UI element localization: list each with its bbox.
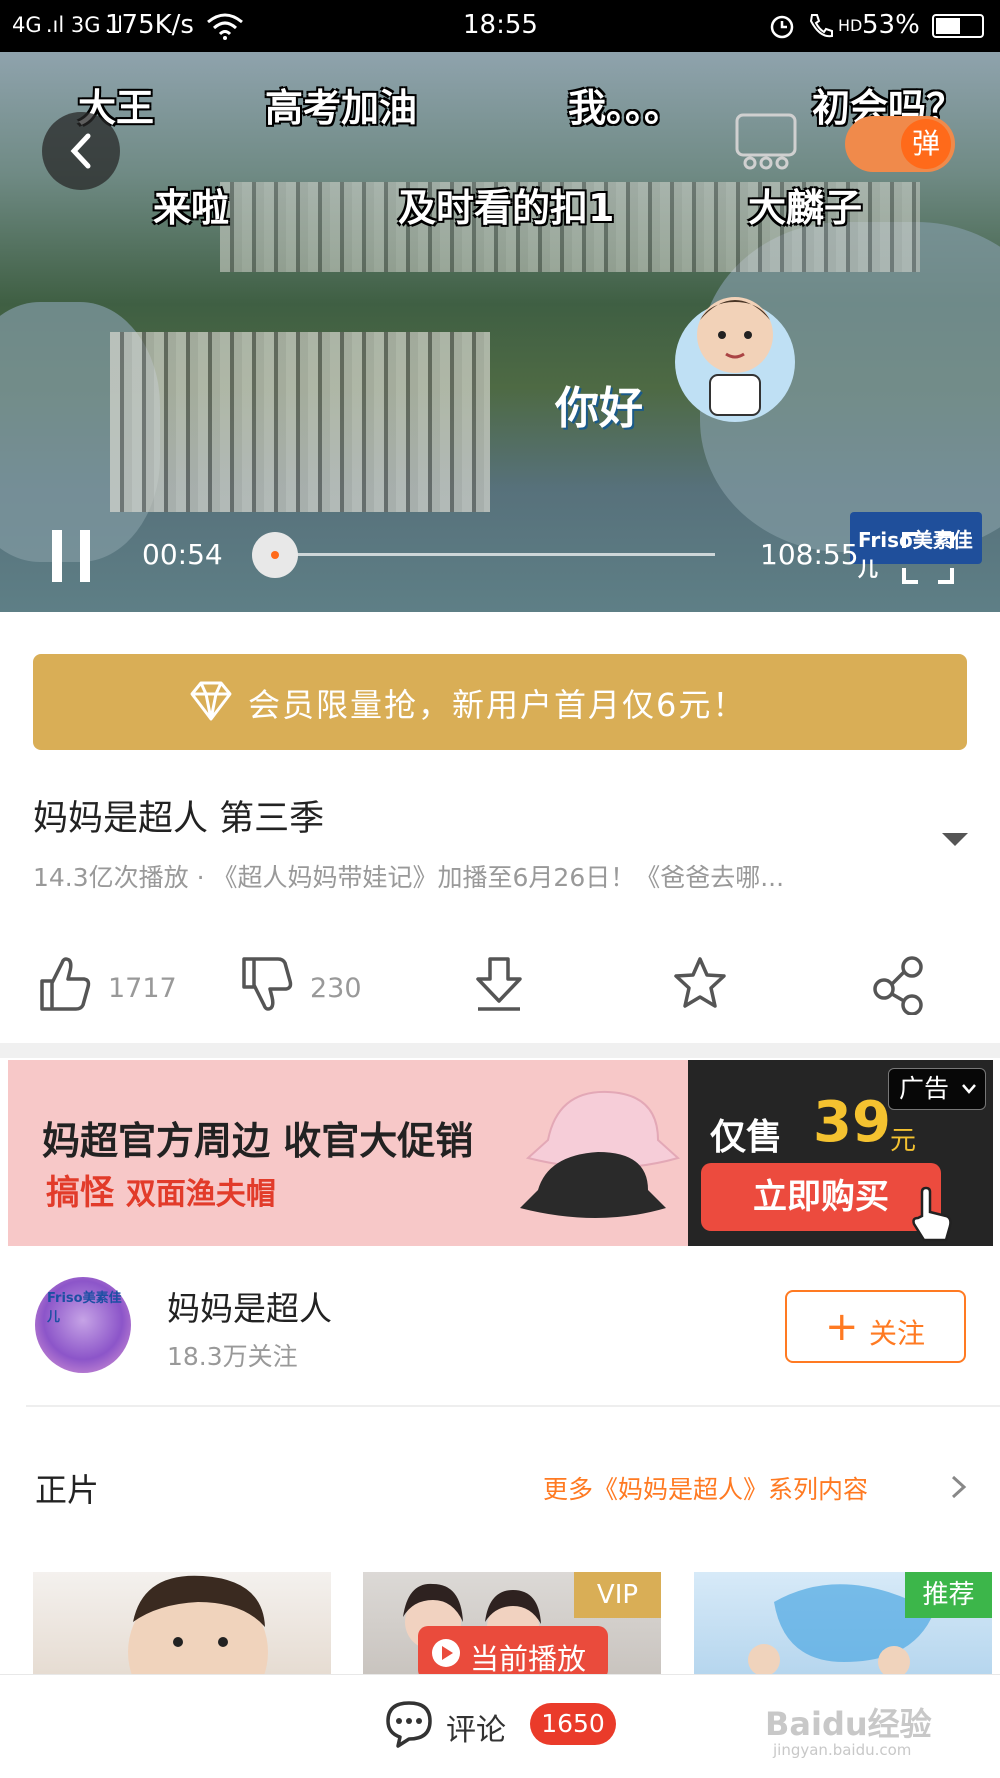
show-title: 妈妈是超人 第三季 xyxy=(33,799,325,839)
ad-price-label: 仅售 xyxy=(710,1117,783,1158)
battery-level: 53% xyxy=(862,10,920,40)
alarm-icon xyxy=(770,15,794,39)
comment-icon[interactable] xyxy=(384,1699,434,1749)
danmaku-comment: 高考加油 xyxy=(265,86,418,130)
ad-subline: 搞怪 双面渔夫帽 xyxy=(46,1165,276,1214)
status-bar: 4G .ıl 3G .ıl 175K/s 18:55 HD 53% xyxy=(0,0,1000,52)
chevron-left-icon xyxy=(70,133,91,169)
like-count: 1717 xyxy=(108,973,177,1004)
duration: 108:55 xyxy=(760,538,859,571)
chevron-right-icon[interactable] xyxy=(950,1474,968,1500)
pause-bar xyxy=(80,530,90,582)
ad-headline: 妈超官方周边 收官大促销 xyxy=(42,1119,474,1163)
bucket-hat-image xyxy=(520,1090,681,1218)
buy-now-button[interactable]: 立即购买 xyxy=(701,1163,941,1231)
hd-indicator: HD xyxy=(838,16,863,35)
danmaku-comment: 大麟子 xyxy=(748,186,863,230)
vip-badge: VIP xyxy=(574,1572,661,1618)
download-button[interactable] xyxy=(472,955,528,1025)
play-icon xyxy=(432,1639,460,1667)
chevron-down-icon xyxy=(962,1084,976,1094)
more-series-link[interactable]: 更多《妈妈是超人》系列内容 xyxy=(543,1470,868,1506)
recommended-badge: 推荐 xyxy=(905,1572,992,1618)
channel-followers: 18.3万关注 xyxy=(167,1342,298,1371)
pointer-hand-icon xyxy=(912,1186,952,1242)
vip-promo-banner[interactable]: 会员限量抢，新用户首月仅6元！ xyxy=(33,654,967,750)
channel-avatar-logo: Friso美素佳儿 xyxy=(47,1291,122,1325)
watermark-url: jingyan.baidu.com xyxy=(773,1741,912,1759)
network-speed: 175K/s xyxy=(105,10,194,40)
video-scene-houses xyxy=(110,332,490,512)
danmaku-comment: 及时看的扣1 xyxy=(398,186,615,230)
ad-tag[interactable]: 广告 xyxy=(888,1068,986,1110)
video-player[interactable]: 大王 高考加油 我。。。 初会吗？ 来啦 及时看的扣1 大麟子 弹 你好 Fri… xyxy=(0,52,1000,612)
now-playing-label: 当前播放 xyxy=(470,1642,587,1676)
danmaku-toggle[interactable]: 弹 xyxy=(845,116,955,172)
ad-tag-label: 广告 xyxy=(899,1074,950,1103)
bottom-bar: 评论 1650 Baidu经验 jingyan.baidu.com xyxy=(0,1674,1000,1778)
danmaku-toggle-knob: 弹 xyxy=(901,119,951,169)
dislike-count: 230 xyxy=(310,973,362,1004)
ad-price: 39 xyxy=(813,1090,891,1155)
danmaku-settings-icon[interactable] xyxy=(734,112,798,172)
ad-subline-product: 双面渔夫帽 xyxy=(125,1177,276,1212)
follow-button[interactable]: + 关注 xyxy=(785,1290,966,1363)
vip-promo-text: 会员限量抢，新用户首月仅6元！ xyxy=(248,686,747,724)
danmaku-comment: 来啦 xyxy=(153,186,230,230)
progress-handle[interactable] xyxy=(252,532,298,578)
status-time: 18:55 xyxy=(463,10,538,40)
show-subtitle: 14.3亿次播放 · 《超人妈妈带娃记》加播至6月26日！《爸爸去哪... xyxy=(33,863,785,892)
thumbs-up-icon xyxy=(40,957,91,1011)
watermark: Baidu经验 jingyan.baidu.com xyxy=(765,1699,932,1759)
section-divider xyxy=(0,1043,1000,1058)
fullscreen-icon[interactable] xyxy=(900,530,956,586)
pause-bar xyxy=(52,530,62,582)
child-sticker xyxy=(675,297,795,422)
share-icon xyxy=(873,956,923,1016)
expand-description-icon[interactable] xyxy=(942,833,968,846)
progress-bar[interactable] xyxy=(275,553,715,556)
channel-avatar[interactable]: Friso美素佳儿 xyxy=(35,1277,131,1373)
phone-icon xyxy=(809,14,833,38)
ad-subline-tag: 搞怪 xyxy=(46,1173,114,1213)
channel-name[interactable]: 妈妈是超人 xyxy=(167,1282,332,1330)
episode-thumbnail-image xyxy=(128,1575,268,1674)
divider xyxy=(26,1405,1000,1407)
sticker-text: 你好 xyxy=(555,383,643,434)
ad-banner[interactable]: 妈超官方周边 收官大促销 搞怪 双面渔夫帽 仅售 39 元 立即购买 广告 xyxy=(8,1060,993,1246)
comment-count-badge: 1650 xyxy=(530,1703,616,1745)
back-button[interactable] xyxy=(42,112,120,190)
dislike-button[interactable]: 230 xyxy=(240,955,380,1025)
wifi-icon xyxy=(207,13,243,40)
download-icon xyxy=(476,957,522,1011)
pause-button[interactable] xyxy=(52,530,90,582)
episode-thumbnail[interactable]: 推荐 xyxy=(694,1572,992,1674)
star-icon xyxy=(674,957,726,1008)
follow-label: 关注 xyxy=(869,1317,926,1350)
share-button[interactable] xyxy=(870,955,930,1025)
danmaku-comment: 我。。。 xyxy=(568,86,683,130)
current-time: 00:54 xyxy=(142,538,223,571)
like-button[interactable]: 1717 xyxy=(38,955,188,1025)
diamond-icon xyxy=(190,681,232,721)
play-icon-triangle xyxy=(442,1646,453,1660)
plus-icon: + xyxy=(825,1304,859,1350)
now-playing-badge: 当前播放 xyxy=(418,1626,608,1680)
section-title: 正片 xyxy=(35,1471,100,1509)
progress-handle-dot xyxy=(271,551,279,559)
favorite-button[interactable] xyxy=(672,955,728,1025)
episode-thumbnail[interactable] xyxy=(33,1572,331,1674)
thumbs-down-icon xyxy=(242,957,293,1011)
comment-label[interactable]: 评论 xyxy=(446,1705,506,1749)
ad-price-unit: 元 xyxy=(890,1126,917,1156)
battery-icon xyxy=(932,14,984,38)
watermark-brand: Baidu经验 xyxy=(765,1705,932,1743)
